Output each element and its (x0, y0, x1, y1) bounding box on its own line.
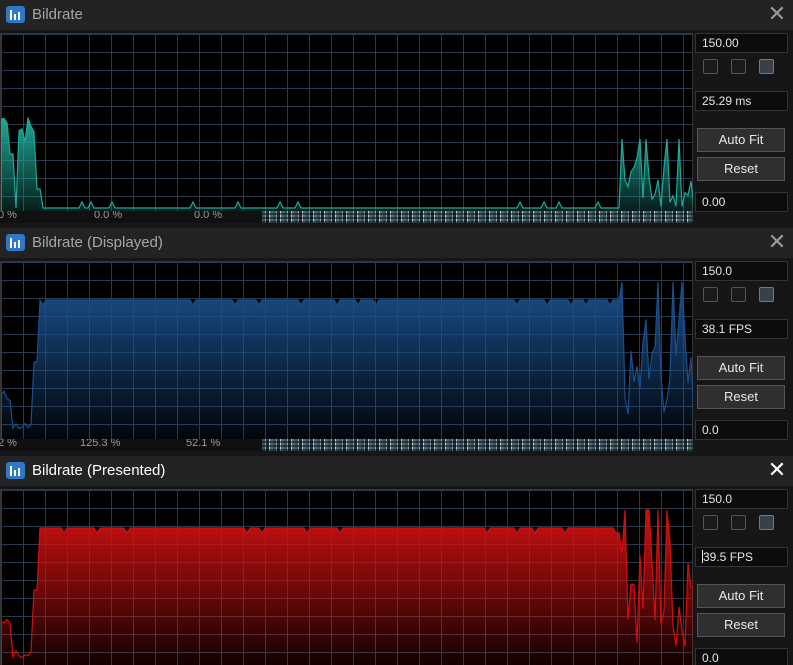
max-value-field[interactable]: 150.0 (695, 261, 788, 281)
graph-svg (1, 34, 694, 214)
min-value-field[interactable]: 0.00 (695, 192, 788, 212)
option-checkbox[interactable] (731, 287, 746, 302)
status-percent: 0.0 % (94, 211, 123, 221)
status-bar: 2 % 125.3 % 52.1 % (0, 439, 693, 451)
title-bar[interactable]: Bildrate (Presented) ✕ (0, 456, 793, 486)
max-value-field[interactable]: 150.00 (695, 33, 788, 53)
window-title: Bildrate (Displayed) (32, 234, 163, 251)
status-percent: 0.0 % (194, 211, 223, 221)
current-value-text: 39.5 FPS (703, 550, 754, 564)
reset-button[interactable]: Reset (697, 157, 785, 181)
graph-window-bildrate-displayed: Bildrate (Displayed) ✕ 2 % 125.3 % 52.1 … (0, 228, 793, 456)
auto-fit-button[interactable]: Auto Fit (697, 128, 785, 152)
title-bar[interactable]: Bildrate ✕ (0, 0, 793, 30)
graph-window-bildrate-presented: Bildrate (Presented) ✕ 150.0 39.5 FPS Au… (0, 456, 793, 665)
max-value-field[interactable]: 150.0 (695, 489, 788, 509)
graph-plot[interactable] (0, 33, 694, 214)
side-panel: 150.0 39.5 FPS Auto Fit Reset 0.0 (693, 486, 793, 665)
current-value-field[interactable]: 39.5 FPS (695, 547, 788, 567)
status-percent: 2 % (0, 439, 17, 449)
window-title: Bildrate (32, 6, 83, 23)
close-icon[interactable]: ✕ (766, 3, 788, 25)
graph-window-bildrate: Bildrate ✕ 0 % 0.0 % 0.0 % 150.00 25.29 … (0, 0, 793, 228)
close-icon[interactable]: ✕ (766, 459, 788, 481)
graph-plot[interactable] (0, 489, 694, 665)
side-panel: 150.0 38.1 FPS Auto Fit Reset 0.0 (693, 258, 793, 453)
option-checkbox[interactable] (703, 287, 718, 302)
title-bar[interactable]: Bildrate (Displayed) ✕ (0, 228, 793, 258)
status-bar: 0 % 0.0 % 0.0 % (0, 211, 693, 223)
current-value-field[interactable]: 38.1 FPS (695, 319, 788, 339)
status-percent: 52.1 % (186, 439, 221, 449)
status-percent: 125.3 % (80, 439, 121, 449)
option-checkbox[interactable] (759, 287, 774, 302)
reset-button[interactable]: Reset (697, 385, 785, 409)
close-icon[interactable]: ✕ (766, 231, 788, 253)
auto-fit-button[interactable]: Auto Fit (697, 356, 785, 380)
option-checkbox[interactable] (703, 59, 718, 74)
min-value-field[interactable]: 0.0 (695, 648, 788, 665)
option-checkbox[interactable] (731, 515, 746, 530)
status-texture (262, 211, 693, 223)
window-title: Bildrate (Presented) (32, 462, 166, 479)
bar-graph-icon (6, 234, 25, 251)
auto-fit-button[interactable]: Auto Fit (697, 584, 785, 608)
option-checkbox[interactable] (731, 59, 746, 74)
side-panel: 150.00 25.29 ms Auto Fit Reset 0.00 (693, 30, 793, 225)
bar-graph-icon (6, 6, 25, 23)
graph-svg (1, 262, 694, 442)
graph-svg (1, 490, 694, 665)
option-checkbox[interactable] (703, 515, 718, 530)
min-value-field[interactable]: 0.0 (695, 420, 788, 440)
status-percent: 0 % (0, 211, 17, 221)
bar-graph-icon (6, 462, 25, 479)
reset-button[interactable]: Reset (697, 613, 785, 637)
status-texture (262, 439, 693, 451)
current-value-field[interactable]: 25.29 ms (695, 91, 788, 111)
option-checkbox[interactable] (759, 515, 774, 530)
graph-plot[interactable] (0, 261, 694, 442)
option-checkbox[interactable] (759, 59, 774, 74)
